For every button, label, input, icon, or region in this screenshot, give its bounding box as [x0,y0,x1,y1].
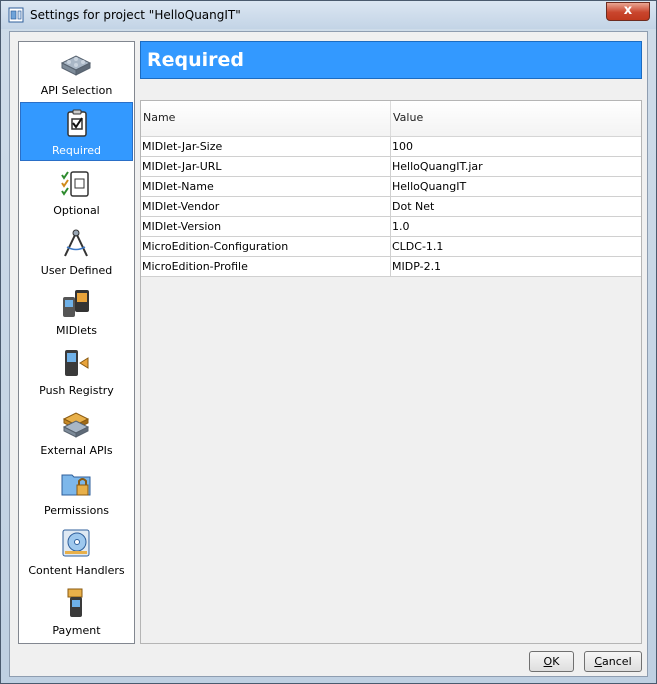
sidebar-item-label: User Defined [40,264,113,277]
section-title: Required [147,49,245,71]
name-cell[interactable]: MicroEdition-Configuration [141,237,391,256]
sidebar-item-label: Optional [53,204,100,217]
ok-mnemonic: O [543,655,553,668]
window-title: Settings for project "HelloQuangIT" [30,8,241,22]
sidebar-item-midlets[interactable]: MIDlets [20,283,133,342]
clipboard-check-icon [61,107,93,139]
close-icon: x [623,3,633,18]
sidebar-item-label: Payment [52,624,101,637]
name-cell[interactable]: MIDlet-Version [141,217,391,236]
close-button[interactable]: x [606,2,650,21]
sidebar-item-label: API Selection [40,84,113,97]
sidebar-item-label: Required [52,144,101,157]
cancel-mnemonic: C [594,655,603,668]
sidebar-item-label: MIDlets [55,324,98,337]
external-blocks-icon [60,407,92,439]
section-header: Required [140,41,642,79]
category-sidebar: API Selection Required Optional User Def… [18,41,135,644]
properties-table: Name Value MIDlet-Jar-Size 100 MIDlet-Ja… [140,100,642,644]
cancel-label-rest: ancel [602,655,632,668]
value-cell[interactable]: 100 [391,137,641,156]
name-cell[interactable]: MIDlet-Jar-Size [141,137,391,156]
name-cell[interactable]: MIDlet-Jar-URL [141,157,391,176]
app-icon [8,7,24,23]
value-cell[interactable]: HelloQuangIT [391,177,641,196]
sidebar-item-label: Content Handlers [28,564,125,577]
value-cell[interactable]: MIDP-2.1 [391,257,641,276]
sidebar-item-label: External APIs [40,444,113,457]
name-cell[interactable]: MicroEdition-Profile [141,257,391,276]
table-row[interactable]: MIDlet-Jar-URL HelloQuangIT.jar [141,157,641,177]
sidebar-item-optional[interactable]: Optional [20,163,133,222]
title-bar[interactable]: Settings for project "HelloQuangIT" x [1,1,656,29]
table-row[interactable]: MIDlet-Vendor Dot Net [141,197,641,217]
ok-label-rest: K [552,655,560,668]
sidebar-item-api-selection[interactable]: API Selection [20,43,133,102]
api-blocks-icon [60,47,92,79]
value-cell[interactable]: CLDC-1.1 [391,237,641,256]
sidebar-item-content-handlers[interactable]: Content Handlers [20,523,133,582]
cancel-button[interactable]: Cancel [584,651,642,672]
phone-payment-icon [60,587,92,619]
value-cell[interactable]: Dot Net [391,197,641,216]
table-row[interactable]: MicroEdition-Configuration CLDC-1.1 [141,237,641,257]
sidebar-item-push-registry[interactable]: Push Registry [20,343,133,402]
sidebar-item-external-apis[interactable]: External APIs [20,403,133,462]
compass-icon [60,227,92,259]
table-row[interactable]: MicroEdition-Profile MIDP-2.1 [141,257,641,277]
sidebar-item-label: Push Registry [39,384,114,397]
column-header-value[interactable]: Value [391,101,641,136]
value-cell[interactable]: HelloQuangIT.jar [391,157,641,176]
name-cell[interactable]: MIDlet-Name [141,177,391,196]
phones-icon [60,287,92,319]
sidebar-item-user-defined[interactable]: User Defined [20,223,133,282]
table-body: MIDlet-Jar-Size 100 MIDlet-Jar-URL Hello… [141,137,641,277]
table-row[interactable]: MIDlet-Jar-Size 100 [141,137,641,157]
ok-button[interactable]: OK [529,651,574,672]
table-row[interactable]: MIDlet-Name HelloQuangIT [141,177,641,197]
disc-handler-icon [60,527,92,559]
table-row[interactable]: MIDlet-Version 1.0 [141,217,641,237]
table-header: Name Value [141,101,641,137]
sidebar-item-permissions[interactable]: Permissions [20,463,133,522]
name-cell[interactable]: MIDlet-Vendor [141,197,391,216]
settings-window: Settings for project "HelloQuangIT" x AP… [0,0,657,684]
column-header-name[interactable]: Name [141,101,391,136]
folder-lock-icon [60,467,92,499]
sidebar-item-payment[interactable]: Payment [20,583,133,642]
phone-push-icon [60,347,92,379]
sidebar-item-label: Permissions [43,504,110,517]
value-cell[interactable]: 1.0 [391,217,641,236]
checklist-icon [60,167,92,199]
dialog-content: API Selection Required Optional User Def… [9,31,648,677]
sidebar-item-required[interactable]: Required [20,102,133,161]
